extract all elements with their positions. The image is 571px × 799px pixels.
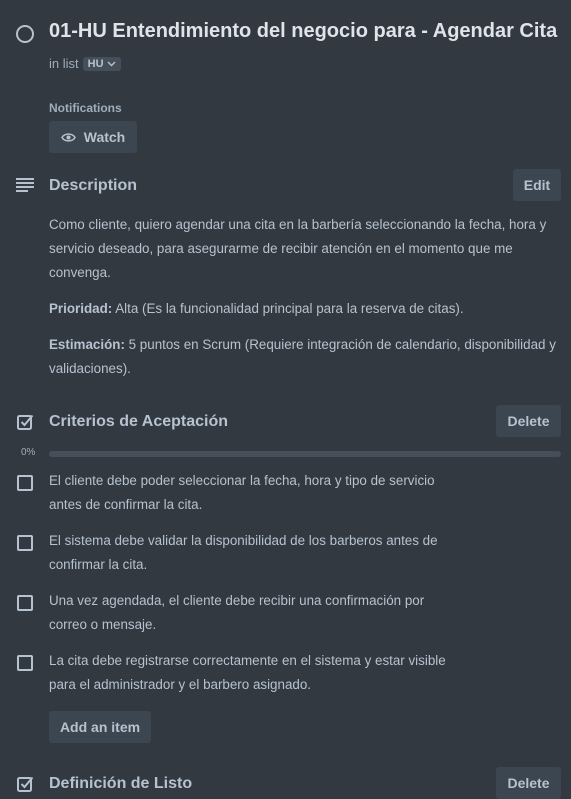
checklist-heading: Criterios de Aceptación (49, 413, 229, 430)
checklist-item-text[interactable]: La cita debe registrarse correctamente e… (49, 649, 459, 697)
checklist-item-text[interactable]: El sistema debe validar la disponibilida… (49, 529, 459, 577)
eye-icon (60, 132, 76, 142)
edit-description-button[interactable]: Edit (513, 169, 561, 201)
card-status-icon[interactable] (16, 25, 34, 43)
in-list-label: in list (49, 56, 79, 71)
card-title[interactable]: 01-HU Entendimiento del negocio para - A… (49, 20, 557, 43)
add-item-button[interactable]: Add an item (49, 711, 151, 743)
watch-label: Watch (83, 129, 126, 145)
priority-line: Prioridad: Alta (Es la funcionalidad pri… (49, 297, 561, 321)
delete-checklist2-button[interactable]: Delete (496, 767, 561, 799)
checkbox[interactable] (17, 655, 33, 671)
checklist-icon (17, 414, 34, 430)
list-selector[interactable]: HU (82, 56, 121, 71)
priority-text: Alta (Es la funcionalidad principal para… (112, 301, 464, 316)
description-paragraph: Como cliente, quiero agendar una cita en… (49, 217, 547, 280)
delete-checklist-button[interactable]: Delete (496, 405, 561, 437)
description-heading: Description (49, 177, 138, 194)
checklist-item-text[interactable]: El cliente debe poder seleccionar la fec… (49, 469, 459, 517)
estimate-label: Estimación: (49, 337, 125, 352)
notifications-label: Notifications (49, 101, 122, 115)
priority-label: Prioridad: (49, 301, 113, 316)
checklist-item[interactable]: El cliente debe poder seleccionar la fec… (17, 469, 459, 517)
checkbox[interactable] (17, 535, 33, 551)
progress-bar (49, 451, 561, 457)
checkbox[interactable] (17, 475, 33, 491)
description-icon (16, 178, 34, 192)
watch-button[interactable]: Watch (49, 121, 137, 153)
checklist-icon (17, 776, 34, 792)
checkbox[interactable] (17, 595, 33, 611)
estimate-text: 5 puntos en Scrum (Requiere integración … (49, 337, 556, 376)
checklist-item[interactable]: La cita debe registrarse correctamente e… (17, 649, 459, 697)
checklist2-heading: Definición de Listo (49, 775, 193, 792)
checklist-item-text[interactable]: Una vez agendada, el cliente debe recibi… (49, 589, 459, 637)
progress-percent: 0% (21, 447, 36, 458)
checklist-item[interactable]: Una vez agendada, el cliente debe recibi… (17, 589, 459, 637)
list-indicator: in list HU (49, 56, 121, 71)
checklist-item[interactable]: El sistema debe validar la disponibilida… (17, 529, 459, 577)
chevron-down-icon (107, 61, 116, 66)
description-content[interactable]: Como cliente, quiero agendar una cita en… (49, 213, 561, 381)
estimate-line: Estimación: 5 puntos en Scrum (Requiere … (49, 333, 561, 381)
list-name: HU (87, 57, 104, 70)
